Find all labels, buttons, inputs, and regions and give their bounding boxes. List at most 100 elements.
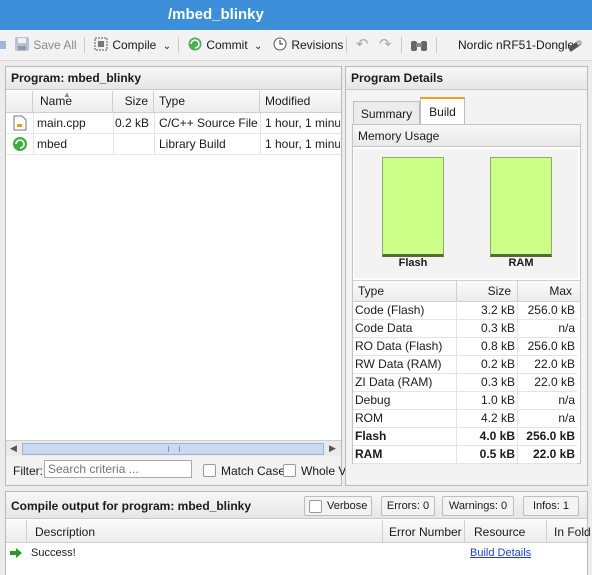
column-divider	[456, 319, 457, 337]
column-type-label: Type	[159, 94, 186, 108]
table-row[interactable]: mbed Library Build 1 hour, 1 minut	[6, 134, 341, 154]
compile-message-row[interactable]: Success! Build Details	[6, 543, 587, 563]
match-case-checkbox[interactable]	[203, 464, 216, 477]
match-case-label: Match Case	[221, 464, 286, 478]
compile-table-header: Description Error Number Resource In Fol…	[6, 520, 591, 543]
column-divider	[546, 520, 547, 542]
file-type: Library Build	[159, 137, 226, 151]
column-divider	[260, 113, 261, 154]
toolbar-separator	[84, 37, 85, 53]
whole-word-label: Whole V	[301, 464, 347, 478]
file-type: C/C++ Source File	[159, 116, 258, 130]
file-size: 0.2 kB	[114, 116, 149, 130]
memory-row-type: ZI Data (RAM)	[355, 375, 433, 389]
scrollbar-thumb[interactable]	[22, 443, 324, 455]
col-error-number[interactable]: Error Number	[389, 525, 462, 539]
tab-summary[interactable]: Summary	[353, 101, 420, 125]
tab-build[interactable]: Build	[420, 97, 465, 125]
memory-table-row: ZI Data (RAM) 0.3 kB 22.0 kB	[353, 373, 577, 392]
memory-row-type: Flash	[355, 429, 387, 443]
file-modified: 1 hour, 1 minut	[265, 137, 340, 151]
column-divider	[456, 337, 457, 355]
success-arrow-icon	[10, 548, 22, 558]
file-modified: 1 hour, 1 minut	[265, 116, 340, 130]
memory-usage-header: Memory Usage	[353, 125, 580, 147]
column-divider	[517, 445, 518, 463]
col-in-folder[interactable]: In Fold	[554, 525, 591, 539]
filter-search-input[interactable]	[44, 460, 192, 478]
memory-row-type: RO Data (Flash)	[355, 339, 443, 353]
window-title: /mbed_blinky	[168, 6, 264, 23]
column-type[interactable]: Type	[154, 91, 260, 112]
memory-table-row: Flash 4.0 kB 256.0 kB	[353, 427, 577, 446]
binoculars-icon[interactable]	[410, 38, 428, 52]
col-resource[interactable]: Resource	[474, 525, 525, 539]
window-title-bar: /mbed_blinky	[0, 0, 592, 30]
column-divider	[26, 520, 27, 542]
row-divider	[6, 154, 341, 155]
column-divider	[456, 373, 457, 391]
column-divider	[33, 113, 34, 154]
memory-row-type: Code Data	[355, 321, 413, 335]
memory-table-body: Code (Flash) 3.2 kB 256.0 kB Code Data 0.3 k…	[353, 301, 580, 464]
column-modified[interactable]: Modified	[260, 91, 341, 112]
memory-row-max: n/a	[558, 321, 575, 335]
compile-icon	[94, 37, 108, 51]
chevron-down-icon[interactable]: ⌄	[254, 41, 262, 52]
compile-label: Compile	[112, 38, 157, 52]
verbose-toggle[interactable]: Verbose	[304, 496, 372, 516]
column-divider	[517, 337, 518, 355]
sort-ascending-icon: ▲	[63, 90, 71, 99]
column-icon	[6, 91, 33, 112]
program-details-panel: Program Details Summary Build Memory Usa…	[345, 66, 588, 486]
memory-row-type: Code (Flash)	[355, 303, 425, 317]
save-all-button[interactable]: Save All	[14, 30, 77, 60]
toolbar-overflow-icon	[0, 41, 6, 49]
memory-row-max: 22.0 kB	[534, 375, 575, 389]
col-description[interactable]: Description	[35, 525, 95, 539]
compile-button[interactable]: Compile ⌄	[93, 30, 171, 60]
memory-col-type: Type	[358, 284, 385, 298]
errors-filter-button[interactable]: Errors: 0	[381, 496, 435, 516]
horizontal-scrollbar[interactable]: ◀ ▶	[6, 440, 341, 456]
revisions-button[interactable]: Revisions	[272, 30, 343, 60]
verbose-label: Verbose	[327, 500, 368, 512]
verbose-checkbox[interactable]	[309, 500, 322, 513]
undo-icon[interactable]: ↶	[356, 30, 369, 60]
flash-bar-label: Flash	[398, 257, 428, 269]
column-divider	[456, 409, 457, 427]
column-size[interactable]: Size	[113, 91, 154, 112]
warnings-filter-button[interactable]: Warnings: 0	[442, 496, 514, 516]
column-divider	[517, 355, 518, 373]
memory-row-max: 256.0 kB	[526, 429, 575, 443]
toolbar-separator	[178, 37, 179, 53]
column-divider	[382, 520, 383, 542]
build-details-link[interactable]: Build Details	[470, 547, 531, 559]
memory-table-row: RO Data (Flash) 0.8 kB 256.0 kB	[353, 337, 577, 356]
commit-button[interactable]: Commit ⌄	[187, 30, 262, 60]
column-name[interactable]: Name ▲	[33, 90, 113, 112]
memory-table-row: RAM 0.5 kB 22.0 kB	[353, 445, 577, 464]
table-row[interactable]: main.cpp 0.2 kB C/C++ Source File 1 hour…	[6, 113, 341, 133]
memory-col-size: Size	[487, 284, 511, 298]
scroll-left-icon[interactable]: ◀	[7, 442, 20, 455]
column-divider	[517, 319, 518, 337]
memory-table-row: ROM 4.2 kB n/a	[353, 409, 577, 428]
memory-col-max: Max	[549, 284, 572, 298]
filter-label: Filter:	[13, 464, 43, 478]
target-platform-selector[interactable]: Nordic nRF51-Dongle	[458, 30, 574, 60]
chevron-down-icon[interactable]: ⌄	[163, 41, 171, 52]
memory-row-type: Debug	[355, 393, 391, 407]
infos-filter-button[interactable]: Infos: 1	[523, 496, 579, 516]
redo-icon[interactable]: ↷	[379, 30, 392, 60]
column-divider	[456, 355, 457, 373]
memory-row-type: RAM	[355, 447, 383, 461]
whole-word-checkbox[interactable]	[283, 464, 296, 477]
usb-dongle-icon[interactable]	[566, 38, 584, 54]
memory-row-size: 4.2 kB	[480, 411, 515, 425]
scroll-right-icon[interactable]: ▶	[326, 442, 339, 455]
tab-build-label: Build	[429, 105, 456, 119]
memory-table-row: Code (Flash) 3.2 kB 256.0 kB	[353, 301, 577, 320]
memory-row-size: 0.3 kB	[480, 375, 515, 389]
file-name: mbed	[37, 137, 68, 151]
